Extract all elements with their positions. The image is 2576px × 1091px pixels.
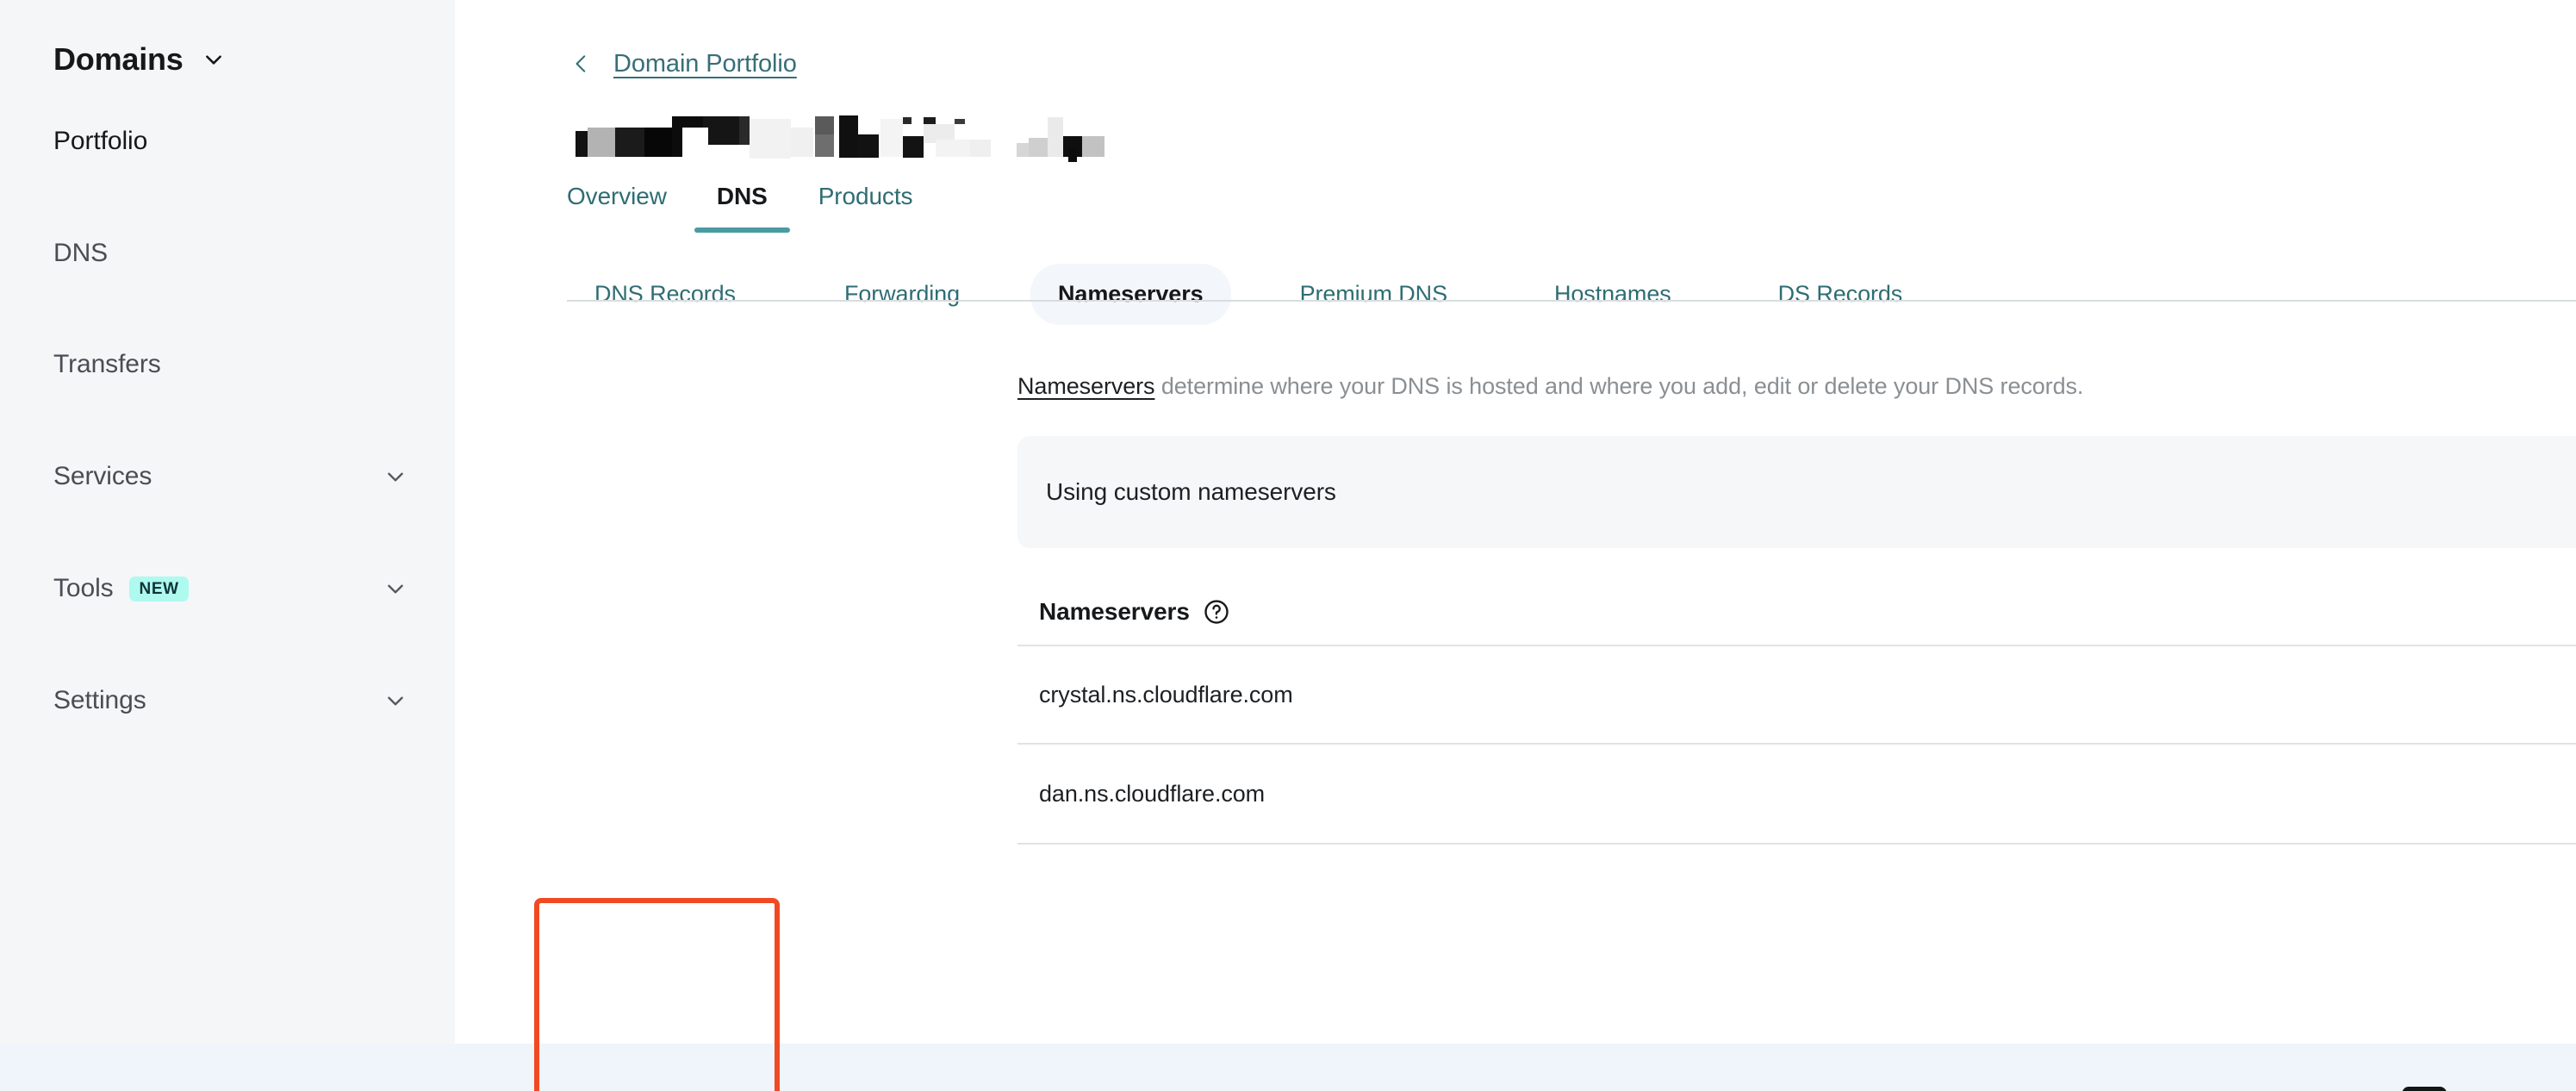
sidebar-item-label: Portfolio <box>53 126 148 155</box>
tab-overview[interactable]: Overview <box>567 183 667 233</box>
subtab-ds-records[interactable]: DS Records <box>1751 264 1931 325</box>
nameserver-status-text: Using custom nameservers <box>1046 478 1336 505</box>
nameserver-value: dan.ns.cloudflare.com <box>1039 780 1266 807</box>
main-content: Domain Portfolio Overview DNS Products D… <box>455 0 2576 1044</box>
sidebar-item-label: Transfers <box>53 349 161 378</box>
subtab-dns-records[interactable]: DNS Records <box>567 264 763 325</box>
app-root: Domains Portfolio DNS Transfers Services <box>0 0 2576 1091</box>
nameserver-value: crystal.ns.cloudflare.com <box>1039 681 1293 708</box>
subtab-forwarding[interactable]: Forwarding <box>817 264 987 325</box>
nameservers-table: crystal.ns.cloudflare.com dan.ns.cloudfl… <box>1017 645 2576 845</box>
breadcrumb: Domain Portfolio <box>569 48 2576 79</box>
cookie-consent-bar: ✕ <box>0 1044 2576 1091</box>
sidebar-item-dns[interactable]: DNS <box>0 224 455 282</box>
sidebar-nav: Portfolio DNS Transfers Services Tools N… <box>0 112 455 729</box>
sidebar-item-tools[interactable]: Tools NEW <box>0 559 455 617</box>
tab-dns[interactable]: DNS <box>694 183 790 233</box>
tab-products[interactable]: Products <box>818 183 913 233</box>
tab-bar: Overview DNS Products <box>567 183 2576 233</box>
sidebar-item-label: DNS <box>53 238 109 267</box>
nameservers-description: Nameservers determine where your DNS is … <box>1017 373 2576 400</box>
chevron-left-icon[interactable] <box>569 48 594 79</box>
subtab-premium-dns[interactable]: Premium DNS <box>1272 264 1475 325</box>
sidebar-item-services[interactable]: Services <box>0 447 455 505</box>
breadcrumb-link-domain-portfolio[interactable]: Domain Portfolio <box>613 50 797 78</box>
table-row[interactable]: dan.ns.cloudflare.com <box>1017 745 2576 845</box>
close-x-icon[interactable]: ✕ <box>2508 1087 2529 1091</box>
nameservers-heading-row: Nameservers <box>1039 598 2576 626</box>
sidebar-item-label: Tools <box>53 573 114 602</box>
question-circle-icon[interactable] <box>1204 599 1229 625</box>
subtab-nameservers[interactable]: Nameservers <box>1030 264 1231 325</box>
sidebar-item-label: Services <box>53 461 152 490</box>
sidebar-brand[interactable]: Domains <box>0 0 455 78</box>
tab-bar-divider <box>567 300 2576 302</box>
nameservers-heading: Nameservers <box>1039 598 1190 625</box>
sidebar: Domains Portfolio DNS Transfers Services <box>0 0 455 1044</box>
nameserver-status-card: Using custom nameservers Change Nameserv… <box>1017 436 2576 548</box>
subtab-hostnames[interactable]: Hostnames <box>1527 264 1699 325</box>
nameservers-description-link[interactable]: Nameservers <box>1017 373 1155 399</box>
sidebar-brand-title: Domains <box>53 41 184 77</box>
chevron-down-icon[interactable] <box>384 577 407 600</box>
chevron-down-icon[interactable] <box>202 48 225 71</box>
chevron-down-icon[interactable] <box>384 465 407 488</box>
chevron-down-icon[interactable] <box>384 689 407 712</box>
sidebar-item-badge-new: NEW <box>128 577 189 602</box>
sidebar-item-label: Settings <box>53 685 146 714</box>
sidebar-item-transfers[interactable]: Transfers <box>0 335 455 393</box>
table-row[interactable]: crystal.ns.cloudflare.com <box>1017 645 2576 745</box>
sidebar-item-portfolio[interactable]: Portfolio <box>0 112 455 170</box>
nameservers-description-text: determine where your DNS is hosted and w… <box>1154 373 2084 399</box>
page-title-domain-redacted <box>569 105 1104 162</box>
subtab-bar: DNS Records Forwarding Nameservers Premi… <box>567 264 2576 325</box>
cookie-accept-button[interactable] <box>2402 1087 2447 1091</box>
sidebar-item-settings[interactable]: Settings <box>0 671 455 729</box>
